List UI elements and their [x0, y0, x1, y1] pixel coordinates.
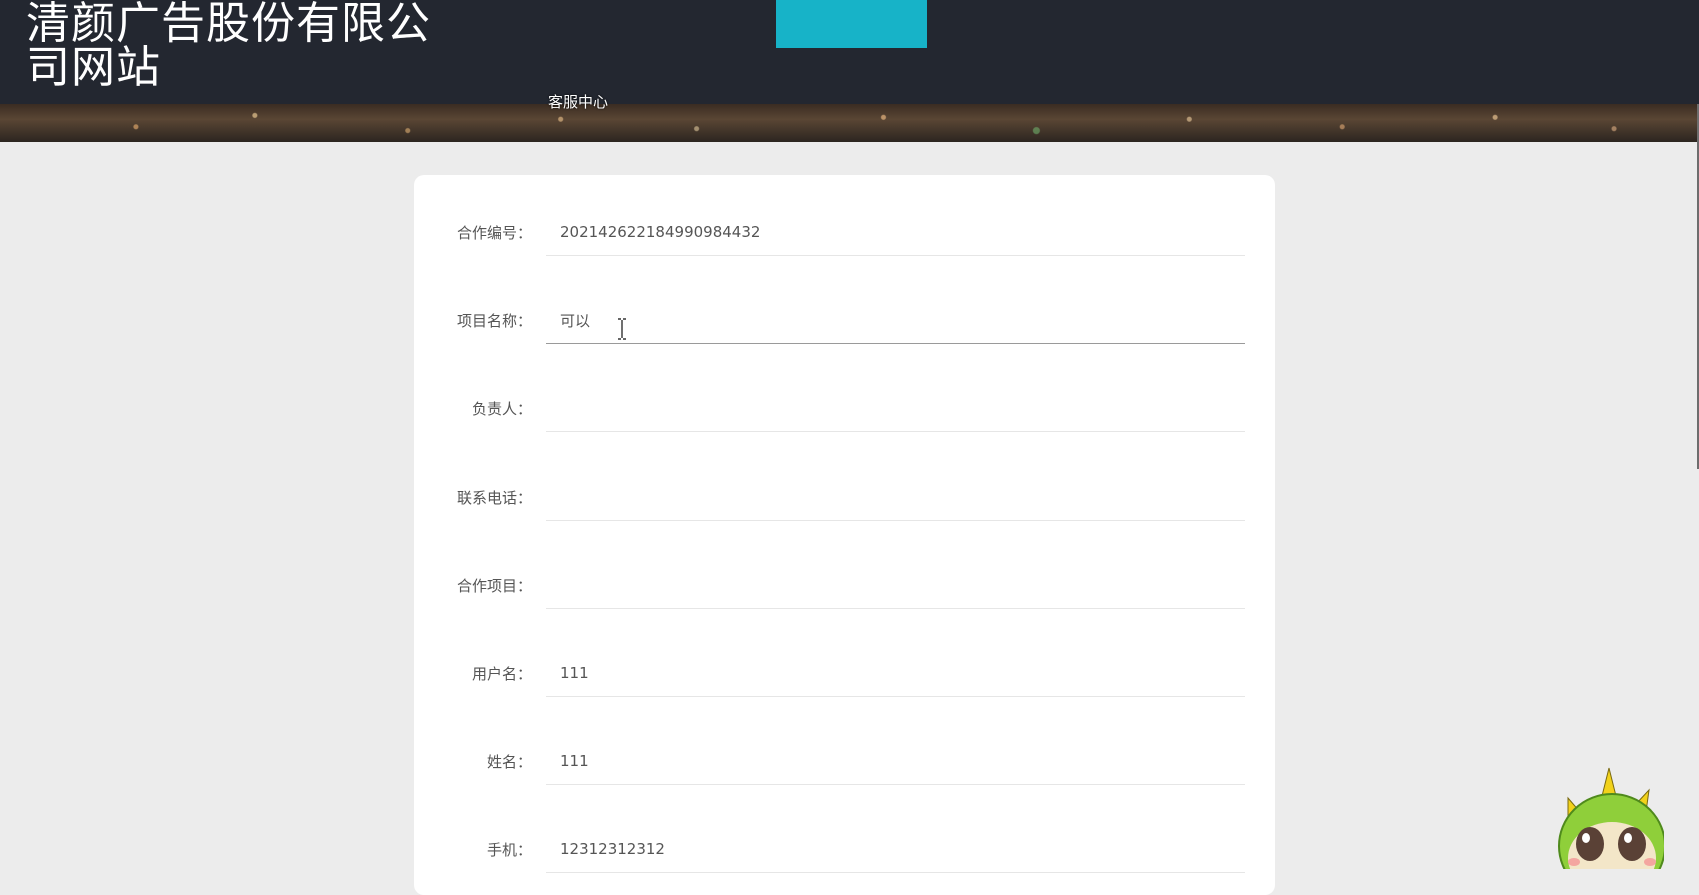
- field-contact-phone: 联系电话：: [414, 474, 1275, 522]
- i-beam-cursor-icon: [618, 318, 626, 340]
- field-label: 负责人：: [471, 400, 532, 418]
- field-label: 姓名：: [486, 753, 532, 771]
- banner-image: [0, 104, 1699, 142]
- field-label: 手机：: [486, 841, 532, 859]
- field-name: 姓名：: [414, 738, 1275, 786]
- site-header: 清颜广告股份有限公司网站: [0, 0, 1699, 104]
- cooperation-no-input[interactable]: [546, 209, 1245, 256]
- field-label: 项目名称：: [456, 312, 532, 330]
- username-input[interactable]: [546, 650, 1245, 697]
- field-label: 用户名：: [471, 665, 532, 683]
- field-cooperation-project: 合作项目：: [414, 562, 1275, 610]
- form-card: 合作编号： 项目名称： 负责人： 联系电话： 合作项目： 用户名： 姓名： 手机…: [414, 175, 1275, 895]
- green-dinosaur-mascot-icon[interactable]: [1554, 766, 1664, 869]
- mobile-input[interactable]: [546, 826, 1245, 873]
- field-username: 用户名：: [414, 650, 1275, 698]
- field-project-name: 项目名称：: [414, 297, 1275, 345]
- project-name-input[interactable]: [546, 297, 1245, 344]
- field-manager: 负责人：: [414, 385, 1275, 433]
- field-label: 合作编号：: [456, 224, 532, 242]
- field-label: 联系电话：: [456, 489, 532, 507]
- nav-item-active[interactable]: [776, 0, 927, 48]
- field-mobile: 手机：: [414, 826, 1275, 874]
- contact-phone-input[interactable]: [546, 474, 1245, 521]
- site-title: 清颜广告股份有限公司网站: [26, 0, 431, 93]
- manager-input[interactable]: [546, 385, 1245, 432]
- name-input[interactable]: [546, 738, 1245, 785]
- field-label: 合作项目：: [456, 577, 532, 595]
- field-cooperation-no: 合作编号：: [414, 209, 1275, 257]
- nav-item-customer-service[interactable]: 客服中心: [548, 93, 608, 111]
- cooperation-project-input[interactable]: [546, 562, 1245, 609]
